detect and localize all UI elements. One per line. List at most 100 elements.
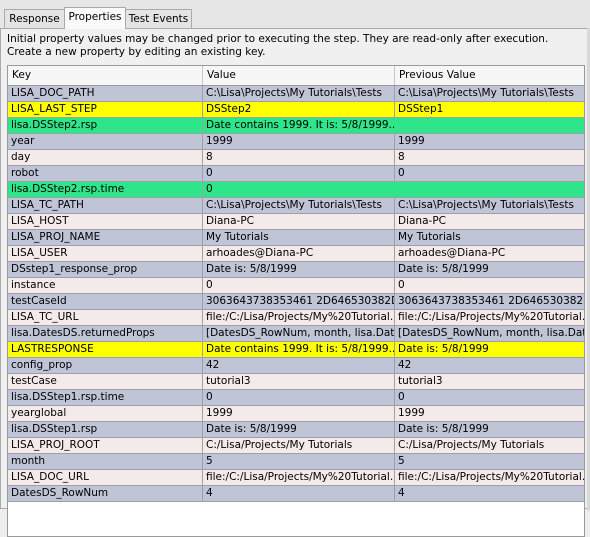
cell-key[interactable]: LISA_HOST bbox=[8, 214, 203, 229]
cell-key[interactable]: yearglobal bbox=[8, 406, 203, 421]
cell-key[interactable]: day bbox=[8, 150, 203, 165]
cell-previous-value[interactable]: DSStep1 bbox=[395, 102, 584, 117]
cell-key[interactable]: lisa.DatesDS.returnedProps bbox=[8, 326, 203, 341]
cell-value[interactable]: 1999 bbox=[203, 406, 395, 421]
cell-value[interactable]: 8 bbox=[203, 150, 395, 165]
table-row[interactable]: yearglobal 1999 1999 bbox=[8, 406, 584, 422]
column-header-previous-value[interactable]: Previous Value bbox=[395, 66, 584, 85]
table-row[interactable]: config_prop 42 42 bbox=[8, 358, 584, 374]
cell-previous-value[interactable]: 42 bbox=[395, 358, 584, 373]
cell-value[interactable]: 4 bbox=[203, 486, 395, 501]
table-row[interactable]: year 1999 1999 bbox=[8, 134, 584, 150]
table-row[interactable]: DSstep1_response_prop Date is: 5/8/1999 Da… bbox=[8, 262, 584, 278]
table-row[interactable]: lisa.DatesDS.returnedProps [DatesDS_RowNu… bbox=[8, 326, 584, 342]
cell-value[interactable]: 0 bbox=[203, 182, 395, 197]
cell-previous-value[interactable]: My Tutorials bbox=[395, 230, 584, 245]
tab-properties[interactable]: Properties bbox=[64, 7, 126, 29]
table-row[interactable]: day 8 8 bbox=[8, 150, 584, 166]
cell-previous-value[interactable]: 1999 bbox=[395, 406, 584, 421]
cell-previous-value[interactable]: Date is: 5/8/1999 bbox=[395, 342, 584, 357]
cell-value[interactable]: Date contains 1999. It is: 5/8/1999.... bbox=[203, 118, 395, 133]
cell-key[interactable]: LISA_LAST_STEP bbox=[8, 102, 203, 117]
cell-key[interactable]: year bbox=[8, 134, 203, 149]
cell-value[interactable]: C:\Lisa\Projects\My Tutorials\Tests bbox=[203, 86, 395, 101]
table-row[interactable]: lisa.DSStep2.rsp.time 0 bbox=[8, 182, 584, 198]
cell-key[interactable]: LISA_TC_PATH bbox=[8, 198, 203, 213]
cell-key[interactable]: lisa.DSStep2.rsp.time bbox=[8, 182, 203, 197]
column-header-key[interactable]: Key bbox=[8, 66, 203, 85]
cell-key[interactable]: LISA_PROJ_NAME bbox=[8, 230, 203, 245]
cell-previous-value[interactable] bbox=[395, 118, 584, 133]
cell-previous-value[interactable]: 0 bbox=[395, 166, 584, 181]
table-row[interactable]: testCaseId 3063643738353461 2D646530382D3… bbox=[8, 294, 584, 310]
cell-key[interactable]: LISA_PROJ_ROOT bbox=[8, 438, 203, 453]
cell-value[interactable]: Date is: 5/8/1999 bbox=[203, 262, 395, 277]
table-row[interactable]: LISA_PROJ_ROOT C:/Lisa/Projects/My Tutori… bbox=[8, 438, 584, 454]
table-row[interactable]: LISA_PROJ_NAME My Tutorials My Tutorials bbox=[8, 230, 584, 246]
cell-key[interactable]: DSstep1_response_prop bbox=[8, 262, 203, 277]
cell-key[interactable]: testCase bbox=[8, 374, 203, 389]
cell-value[interactable]: Date contains 1999. It is: 5/8/1999.... bbox=[203, 342, 395, 357]
cell-previous-value[interactable]: Diana-PC bbox=[395, 214, 584, 229]
table-row[interactable]: LISA_TC_URL file:/C:/Lisa/Projects/My%20T… bbox=[8, 310, 584, 326]
table-row[interactable]: LISA_USER arhoades@Diana-PC arhoades@Diana… bbox=[8, 246, 584, 262]
cell-previous-value[interactable]: Date is: 5/8/1999 bbox=[395, 422, 584, 437]
cell-key[interactable]: LISA_DOC_PATH bbox=[8, 86, 203, 101]
table-row[interactable]: robot 0 0 bbox=[8, 166, 584, 182]
table-row[interactable]: LISA_DOC_URL file:/C:/Lisa/Projects/My%20… bbox=[8, 470, 584, 486]
cell-key[interactable]: testCaseId bbox=[8, 294, 203, 309]
cell-value[interactable]: file:/C:/Lisa/Projects/My%20Tutorial... bbox=[203, 470, 395, 485]
column-header-value[interactable]: Value bbox=[203, 66, 395, 85]
table-row[interactable]: LISA_DOC_PATH C:\Lisa\Projects\My Tutoria… bbox=[8, 86, 584, 102]
cell-previous-value[interactable]: C:/Lisa/Projects/My Tutorials bbox=[395, 438, 584, 453]
table-row[interactable]: LISA_LAST_STEP DSStep2 DSStep1 bbox=[8, 102, 584, 118]
cell-value[interactable]: tutorial3 bbox=[203, 374, 395, 389]
cell-key[interactable]: robot bbox=[8, 166, 203, 181]
cell-previous-value[interactable] bbox=[395, 182, 584, 197]
cell-key[interactable]: lisa.DSStep1.rsp.time bbox=[8, 390, 203, 405]
cell-key[interactable]: instance bbox=[8, 278, 203, 293]
table-row[interactable]: LISA_TC_PATH C:\Lisa\Projects\My Tutorial… bbox=[8, 198, 584, 214]
cell-previous-value[interactable]: Date is: 5/8/1999 bbox=[395, 262, 584, 277]
tab-response[interactable]: Response bbox=[4, 9, 65, 28]
cell-previous-value[interactable]: 0 bbox=[395, 278, 584, 293]
cell-key[interactable]: LISA_DOC_URL bbox=[8, 470, 203, 485]
cell-key[interactable]: lisa.DSStep1.rsp bbox=[8, 422, 203, 437]
cell-value[interactable]: 1999 bbox=[203, 134, 395, 149]
cell-previous-value[interactable]: C:\Lisa\Projects\My Tutorials\Tests bbox=[395, 86, 584, 101]
cell-previous-value[interactable]: [DatesDS_RowNum, month, lisa.Dat... bbox=[395, 326, 584, 341]
table-row[interactable]: LISA_HOST Diana-PC Diana-PC bbox=[8, 214, 584, 230]
table-row[interactable]: month 5 5 bbox=[8, 454, 584, 470]
cell-value[interactable]: 3063643738353461 2D646530382D3... bbox=[203, 294, 395, 309]
cell-key[interactable]: LASTRESPONSE bbox=[8, 342, 203, 357]
table-row[interactable]: testCase tutorial3 tutorial3 bbox=[8, 374, 584, 390]
tab-test-events[interactable]: Test Events bbox=[125, 9, 192, 28]
cell-value[interactable]: Diana-PC bbox=[203, 214, 395, 229]
table-row[interactable]: lisa.DSStep1.rsp Date is: 5/8/1999 Date is… bbox=[8, 422, 584, 438]
cell-key[interactable]: LISA_TC_URL bbox=[8, 310, 203, 325]
cell-previous-value[interactable]: file:/C:/Lisa/Projects/My%20Tutorial... bbox=[395, 470, 584, 485]
cell-previous-value[interactable]: file:/C:/Lisa/Projects/My%20Tutorial... bbox=[395, 310, 584, 325]
cell-key[interactable]: month bbox=[8, 454, 203, 469]
cell-value[interactable]: file:/C:/Lisa/Projects/My%20Tutorial... bbox=[203, 310, 395, 325]
cell-value[interactable]: C:\Lisa\Projects\My Tutorials\Tests bbox=[203, 198, 395, 213]
cell-value[interactable]: 0 bbox=[203, 166, 395, 181]
cell-key[interactable]: DatesDS_RowNum bbox=[8, 486, 203, 501]
cell-previous-value[interactable]: 1999 bbox=[395, 134, 584, 149]
table-row[interactable]: LASTRESPONSE Date contains 1999. It is: 5… bbox=[8, 342, 584, 358]
cell-value[interactable]: 0 bbox=[203, 390, 395, 405]
cell-previous-value[interactable]: 4 bbox=[395, 486, 584, 501]
cell-value[interactable]: My Tutorials bbox=[203, 230, 395, 245]
table-row[interactable]: DatesDS_RowNum 4 4 bbox=[8, 486, 584, 502]
table-row[interactable]: lisa.DSStep2.rsp Date contains 1999. It i… bbox=[8, 118, 584, 134]
cell-key[interactable]: lisa.DSStep2.rsp bbox=[8, 118, 203, 133]
cell-key[interactable]: LISA_USER bbox=[8, 246, 203, 261]
cell-previous-value[interactable]: 0 bbox=[395, 390, 584, 405]
cell-value[interactable]: 0 bbox=[203, 278, 395, 293]
cell-value[interactable]: [DatesDS_RowNum, month, lisa.Dat... bbox=[203, 326, 395, 341]
cell-key[interactable]: config_prop bbox=[8, 358, 203, 373]
cell-previous-value[interactable]: C:\Lisa\Projects\My Tutorials\Tests bbox=[395, 198, 584, 213]
cell-value[interactable]: 42 bbox=[203, 358, 395, 373]
cell-value[interactable]: arhoades@Diana-PC bbox=[203, 246, 395, 261]
table-row[interactable]: lisa.DSStep1.rsp.time 0 0 bbox=[8, 390, 584, 406]
